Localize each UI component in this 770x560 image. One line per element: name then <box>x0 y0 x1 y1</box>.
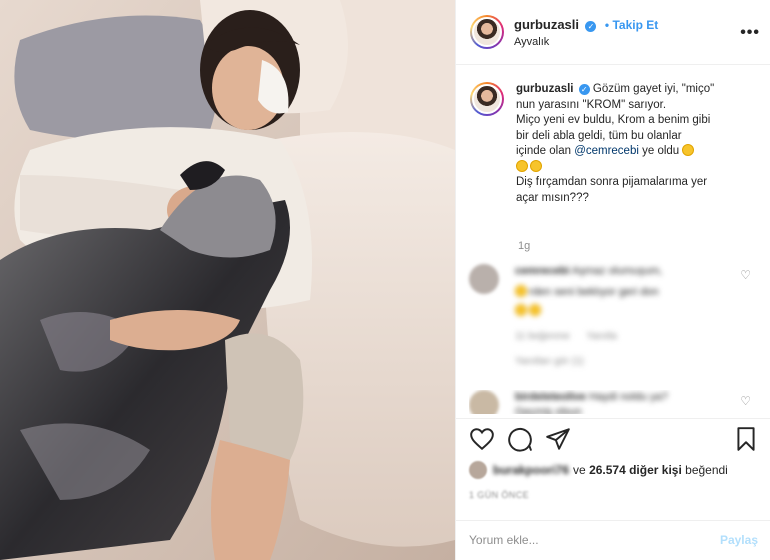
heart-icon[interactable] <box>469 426 495 452</box>
more-options-button[interactable]: ••• <box>740 24 760 42</box>
comment-icon[interactable] <box>507 426 533 452</box>
caption-line: Gözüm gayet iyi, "miço" <box>592 83 715 95</box>
action-bar <box>469 426 759 454</box>
liker-avatar[interactable] <box>469 461 487 479</box>
header-divider <box>456 64 770 65</box>
laughing-emoji-icon <box>682 144 695 156</box>
mention-link[interactable]: @cemrecebi <box>574 145 639 157</box>
likes-count[interactable]: 26.574 diğer kişi <box>589 463 682 477</box>
caption-line: Diş fırçamdan sonra pijamalarıma yer <box>516 176 708 188</box>
comment-item: birdeleteolive Haydi noldu ya? Geçmiş ol… <box>469 390 759 414</box>
comment-text: Geçmiş olsun <box>515 406 582 414</box>
comment-like-heart-icon[interactable]: ♡ <box>740 268 751 282</box>
caption-line: nun yarasını "KROM" sarıyor. <box>516 98 667 111</box>
emoji-icon <box>515 304 527 316</box>
likes-suffix: beğendi <box>685 463 728 477</box>
caption-avatar[interactable] <box>470 82 504 116</box>
emoji-icon <box>529 304 541 316</box>
caption-time[interactable]: 1g <box>518 240 530 252</box>
comment-likes[interactable]: 11 beğenme <box>515 331 570 342</box>
verified-badge-icon: ✓ <box>578 84 590 95</box>
actions-divider <box>455 418 770 419</box>
post-header: gurbuzasli ✓ • Takip Et Ayvalık ••• <box>470 12 760 52</box>
post-location[interactable]: Ayvalık <box>514 36 658 48</box>
caption-line: Miço yeni ev buldu, Krom a benim gibi <box>516 114 711 126</box>
photo-illustration <box>0 0 455 560</box>
caption-username[interactable]: gurbuzasli <box>516 83 574 95</box>
view-replies-button[interactable]: Yanıtları gör (1) <box>515 354 735 369</box>
likes-summary: burakpoori76 ve 26.574 diğer kişi beğend… <box>469 461 728 479</box>
comment-reply-button[interactable]: Yanıtla <box>586 331 616 342</box>
follow-button[interactable]: • Takip Et <box>605 18 658 32</box>
comment-input[interactable]: Yorum ekle... <box>469 533 539 547</box>
laughing-emoji-icon <box>516 159 528 172</box>
commenter-username[interactable]: birdeleteolive <box>515 391 586 403</box>
comment-like-heart-icon[interactable]: ♡ <box>740 394 751 408</box>
author-avatar[interactable] <box>470 15 504 49</box>
share-icon[interactable] <box>545 426 571 452</box>
verified-badge-icon: ✓ <box>585 21 597 32</box>
caption-line: bir deli abla geldi, tüm bu olanlar <box>516 129 682 142</box>
commenter-avatar[interactable] <box>469 264 499 294</box>
likes-connector: ve <box>573 463 586 477</box>
liker-username[interactable]: burakpoori76 <box>493 463 569 477</box>
caption-line: içinde olan <box>516 145 575 157</box>
emoji-icon <box>515 285 527 297</box>
follow-label: Takip Et <box>612 18 659 32</box>
bookmark-icon[interactable] <box>735 426 757 452</box>
comment-text: rden seni beklıyor geri don <box>529 286 659 298</box>
caption-line: açar mısın??? <box>516 191 589 204</box>
post-photo[interactable] <box>0 0 455 560</box>
commenter-avatar[interactable] <box>469 390 499 414</box>
comment-text: Haydi noldu ya? <box>588 391 668 403</box>
author-username[interactable]: gurbuzasli <box>514 17 579 32</box>
post-caption: gurbuzasli ✓ Gözüm gayet iyi, "miço" nun… <box>470 82 760 206</box>
comment-composer: Yorum ekle... Paylaş <box>455 520 770 560</box>
comment-text: Aşmaz olumuşum, <box>571 265 663 277</box>
caption-line: ye oldu <box>638 145 680 157</box>
laughing-emoji-icon <box>530 159 542 172</box>
commenter-username[interactable]: cemrecebi <box>515 265 569 277</box>
post-timestamp[interactable]: 1 GÜN ÖNCE <box>469 490 529 500</box>
post-comment-button[interactable]: Paylaş <box>720 533 758 547</box>
